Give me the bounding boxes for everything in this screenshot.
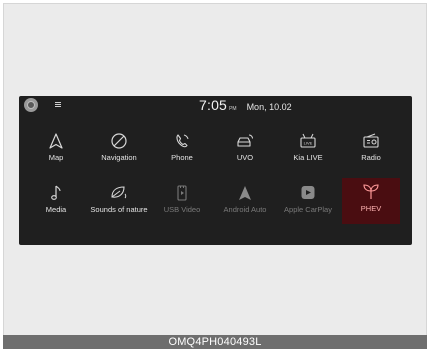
kia-live-icon: LIVE — [298, 132, 318, 150]
apple-carplay-icon — [298, 184, 318, 202]
app-sounds-of-nature[interactable]: Sounds of nature — [90, 178, 148, 224]
app-android-auto[interactable]: Android Auto — [216, 178, 274, 224]
app-kia-live[interactable]: LIVE Kia LIVE — [279, 126, 337, 172]
app-phev[interactable]: PHEV — [342, 178, 400, 224]
clock-date: Mon, 10.02 — [246, 102, 292, 112]
usb-video-icon — [172, 184, 192, 202]
app-label-kia-live: Kia LIVE — [293, 153, 323, 162]
app-label-sounds-of-nature: Sounds of nature — [90, 205, 148, 214]
app-phone[interactable]: Phone — [153, 126, 211, 172]
kia-live-badge: LIVE — [304, 141, 313, 146]
app-label-android-auto: Android Auto — [223, 205, 267, 214]
status-bar: 7:05 PM Mon, 10.02 — [19, 96, 412, 114]
navigation-compass-icon — [109, 132, 129, 150]
brand-logo[interactable] — [24, 98, 38, 112]
radio-icon — [361, 132, 381, 150]
app-uvo[interactable]: UVO — [216, 126, 274, 172]
map-arrow-icon — [46, 132, 66, 150]
phone-handset-icon — [172, 132, 192, 150]
app-label-map: Map — [48, 153, 64, 162]
app-map[interactable]: Map — [27, 126, 85, 172]
app-media[interactable]: Media — [27, 178, 85, 224]
leaf-sound-icon — [109, 184, 129, 202]
infotainment-screen: 7:05 PM Mon, 10.02 Map Navigation Phone — [19, 96, 412, 245]
app-label-apple-carplay: Apple CarPlay — [284, 205, 332, 214]
figure-caption: OMQ4PH040493L — [3, 335, 427, 349]
app-grid: Map Navigation Phone UVO LIVE Kia LIVE R… — [27, 126, 407, 224]
app-label-media: Media — [45, 205, 67, 214]
app-navigation[interactable]: Navigation — [90, 126, 148, 172]
clock-ampm: PM — [229, 106, 237, 112]
sprout-icon — [361, 183, 381, 201]
app-label-radio: Radio — [361, 153, 381, 162]
app-label-phev: PHEV — [360, 204, 382, 213]
app-label-phone: Phone — [171, 153, 193, 162]
android-auto-icon — [235, 184, 255, 202]
clock: 7:05 PM Mon, 10.02 — [199, 97, 292, 113]
app-label-navigation: Navigation — [101, 153, 137, 162]
music-note-icon — [46, 184, 66, 202]
app-label-usb-video: USB Video — [163, 205, 201, 214]
app-label-uvo: UVO — [236, 153, 254, 162]
app-radio[interactable]: Radio — [342, 126, 400, 172]
app-usb-video[interactable]: USB Video — [153, 178, 211, 224]
menu-icon[interactable] — [55, 102, 61, 107]
clock-time: 7:05 — [199, 97, 228, 113]
app-apple-carplay[interactable]: Apple CarPlay — [279, 178, 337, 224]
uvo-car-icon — [235, 132, 255, 150]
